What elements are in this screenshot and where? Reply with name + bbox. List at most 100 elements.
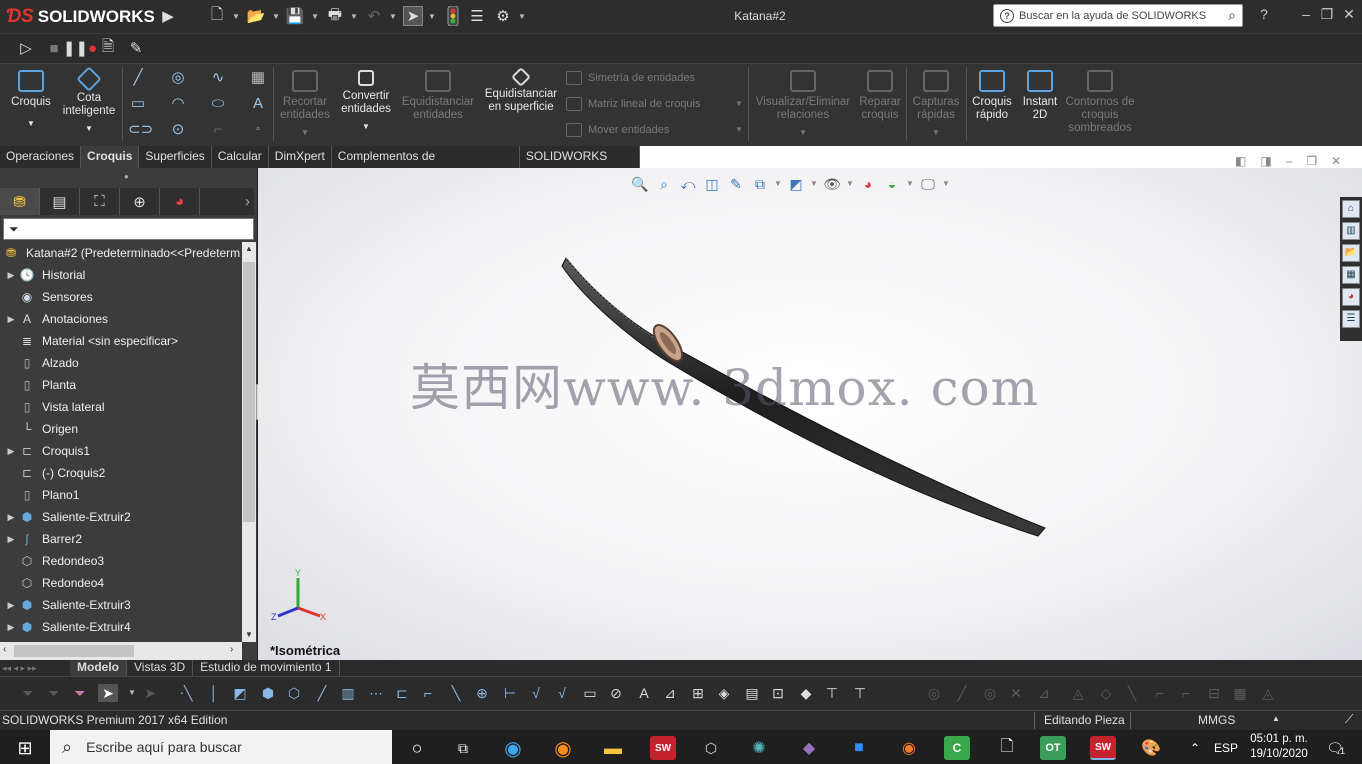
filter-connection-points-icon[interactable]: ⊡ xyxy=(768,684,788,702)
tree-item[interactable]: ▶ ⬢ Saliente-Extruir3 xyxy=(0,594,242,616)
tree-item[interactable]: └ Origen xyxy=(0,418,242,440)
expand-arrow-icon[interactable]: ▶ xyxy=(4,622,18,633)
language-indicator[interactable]: ESP xyxy=(1214,741,1238,755)
ot-app-icon[interactable]: OT xyxy=(1040,736,1066,760)
solidworks-2017-taskbar-icon[interactable]: SW xyxy=(650,736,676,760)
rebuild-traffic-light-icon[interactable] xyxy=(443,6,463,26)
instant-2d-button[interactable]: Instant 2D xyxy=(1018,70,1062,122)
spline-tool-icon[interactable]: ∿ xyxy=(208,69,228,87)
convertir-entidades-button[interactable]: Convertir entidades ▼ xyxy=(336,70,396,133)
filter-routing-points-icon[interactable]: ◆ xyxy=(796,684,816,702)
chevron-down-icon[interactable]: ▼ xyxy=(752,126,854,139)
dimxpert-manager-tab-icon[interactable]: ⊕ xyxy=(120,188,160,215)
solidworks-resources-home-icon[interactable]: ⌂ xyxy=(1342,200,1360,218)
solidworks-logo[interactable]: ƊS SOLIDWORKS xyxy=(6,5,156,29)
filter-welds-icon[interactable]: ⊤ xyxy=(850,684,870,702)
custom-properties-icon[interactable]: ☰ xyxy=(1342,310,1360,328)
tree-item[interactable]: ⬡ Redondeo4 xyxy=(0,572,242,594)
select-pointer-icon[interactable]: ➤ xyxy=(403,6,423,26)
tree-item[interactable]: ▶ 🕓 Historial xyxy=(0,264,242,286)
filter-notes-icon[interactable]: ▭ xyxy=(580,684,600,702)
recortar-entidades-button[interactable]: Recortar entidades ▼ xyxy=(276,70,334,139)
equidistanciar-entidades-button[interactable]: Equidistanciar entidades xyxy=(398,70,478,122)
zoom-to-area-icon[interactable]: ⌕ xyxy=(654,175,674,193)
tree-item[interactable]: ⬡ Redondeo3 xyxy=(0,550,242,572)
taskbar-clock[interactable]: 05:01 p. m. 19/10/2020 xyxy=(1244,732,1314,762)
chevron-down-icon[interactable]: ▼ xyxy=(336,120,396,133)
arc-tool-icon[interactable]: ◠ xyxy=(168,95,188,113)
tree-horizontal-scroll-thumb[interactable] xyxy=(14,645,134,657)
filter-disabled-icon[interactable]: ╱ xyxy=(952,684,972,702)
filter-cosmetic-threads-icon[interactable]: ⊞ xyxy=(688,684,708,702)
previous-view-icon[interactable]: ⤺ xyxy=(678,175,698,193)
edit-macro-icon[interactable]: ✎ xyxy=(126,38,146,58)
appearances-icon[interactable]: ◕ xyxy=(1342,288,1360,306)
tree-item[interactable]: ▯ Alzado xyxy=(0,352,242,374)
scroll-left-icon[interactable]: ‹ xyxy=(3,644,6,655)
reparar-croquis-button[interactable]: Reparar croquis xyxy=(856,70,904,122)
filter-blocks-icon[interactable]: ◈ xyxy=(714,684,734,702)
tab-estudio-movimiento[interactable]: Estudio de movimiento 1 xyxy=(193,660,340,676)
chevron-down-icon[interactable]: ▼ xyxy=(908,126,964,139)
filter-planes-icon[interactable]: ▥ xyxy=(338,684,358,702)
tab-complementos[interactable]: Complementos de SOLIDWORKS xyxy=(332,146,520,184)
tile-right-icon[interactable]: ◨ xyxy=(1260,154,1271,168)
filter-disabled-icon[interactable]: ╲ xyxy=(1122,684,1142,702)
chevron-down-icon[interactable]: ▼ xyxy=(232,12,240,21)
view-settings-monitor-icon[interactable]: 🖵 xyxy=(918,175,938,193)
tree-root[interactable]: ⛃ Katana#2 (Predeterminado<<Predeterm xyxy=(0,242,242,264)
chevron-down-icon[interactable]: ▼ xyxy=(735,125,743,134)
filter-surfaces-icon[interactable]: ⬢ xyxy=(258,684,278,702)
tab-croquis[interactable]: Croquis xyxy=(81,146,140,168)
filter-dimensions-icon[interactable]: ⊢ xyxy=(500,684,520,702)
firefox-icon[interactable]: ◉ xyxy=(550,736,576,760)
chevron-down-icon[interactable]: ▼ xyxy=(311,12,319,21)
close-icon[interactable]: ✕ xyxy=(1338,6,1360,23)
chevron-down-icon[interactable]: ▼ xyxy=(518,12,526,21)
tree-item[interactable]: ▯ Plano1 xyxy=(0,484,242,506)
croquis-button[interactable]: Croquis ▼ xyxy=(6,70,56,130)
expand-arrow-icon[interactable]: ▶ xyxy=(4,534,18,545)
line-tool-icon[interactable]: ╱ xyxy=(128,69,148,87)
tab-scroll-arrows[interactable]: ◂◂ ◂ ▸ ▸▸ xyxy=(0,663,70,674)
restore-icon[interactable]: ❐ xyxy=(1316,6,1338,23)
view-palette-icon[interactable]: ▦ xyxy=(1342,266,1360,284)
ellipse-tool-icon[interactable]: ⬭ xyxy=(208,95,228,113)
tile-left-icon[interactable]: ◧ xyxy=(1235,154,1246,168)
select-pointer-icon[interactable]: ➤ xyxy=(98,684,118,702)
filter-toolbar-icon[interactable]: ⏷ xyxy=(18,684,38,702)
filter-balloons-icon[interactable]: ⊘ xyxy=(606,684,626,702)
contornos-croquis-button[interactable]: Contornos de croquis sombreados xyxy=(1064,70,1136,135)
expand-arrow-icon[interactable]: ▶ xyxy=(4,314,18,325)
filter-disabled-icon[interactable]: ◇ xyxy=(1096,684,1116,702)
dynamic-annotation-icon[interactable]: ✎ xyxy=(726,175,746,193)
filter-center-marks-icon[interactable]: ⊕ xyxy=(472,684,492,702)
mover-entidades-button[interactable]: Mover entidades xyxy=(566,123,669,137)
chevron-down-icon[interactable]: ▼ xyxy=(428,12,436,21)
expand-arrow-icon[interactable]: ▶ xyxy=(4,600,18,611)
play-macro-icon[interactable]: ▷ xyxy=(16,38,36,58)
scroll-up-icon[interactable]: ▲ xyxy=(245,244,253,253)
tree-item[interactable]: ▶ ⊏ Croquis1 xyxy=(0,440,242,462)
filter-mid-surfaces-icon[interactable]: ⊤ xyxy=(822,684,842,702)
hide-show-items-icon[interactable]: 👁 xyxy=(822,175,842,193)
circle-tool-icon[interactable]: ◎ xyxy=(168,69,188,87)
3d-viewer-icon[interactable]: ◆ xyxy=(796,736,822,760)
tab-modelo[interactable]: Modelo xyxy=(70,660,127,676)
filter-surface-finish-icon[interactable]: √ xyxy=(526,684,546,702)
croquis-rapido-button[interactable]: Croquis rápido xyxy=(968,70,1016,122)
filter-disabled-icon[interactable]: ▦ xyxy=(1230,684,1250,702)
tree-vertical-scroll-thumb[interactable] xyxy=(243,262,255,522)
filter-disabled-icon[interactable]: ◬ xyxy=(1068,684,1088,702)
matriz-lineal-button[interactable]: Matriz lineal de croquis xyxy=(566,97,701,111)
options-gear-icon[interactable]: ⚙ xyxy=(493,6,513,26)
edit-appearance-icon[interactable]: ◕ xyxy=(858,175,878,193)
tree-item[interactable]: ▶ A Anotaciones xyxy=(0,308,242,330)
design-library-icon[interactable]: ▥ xyxy=(1342,222,1360,240)
file-explorer-icon[interactable]: ▬ xyxy=(600,736,626,760)
configuration-manager-tab-icon[interactable]: ⛶ xyxy=(80,188,120,215)
text-tool-icon[interactable]: A xyxy=(248,95,268,113)
zoom-app-icon[interactable]: ■ xyxy=(846,736,872,760)
tab-calcular[interactable]: Calcular xyxy=(212,146,269,168)
minimize-icon[interactable]: – xyxy=(1295,6,1317,22)
